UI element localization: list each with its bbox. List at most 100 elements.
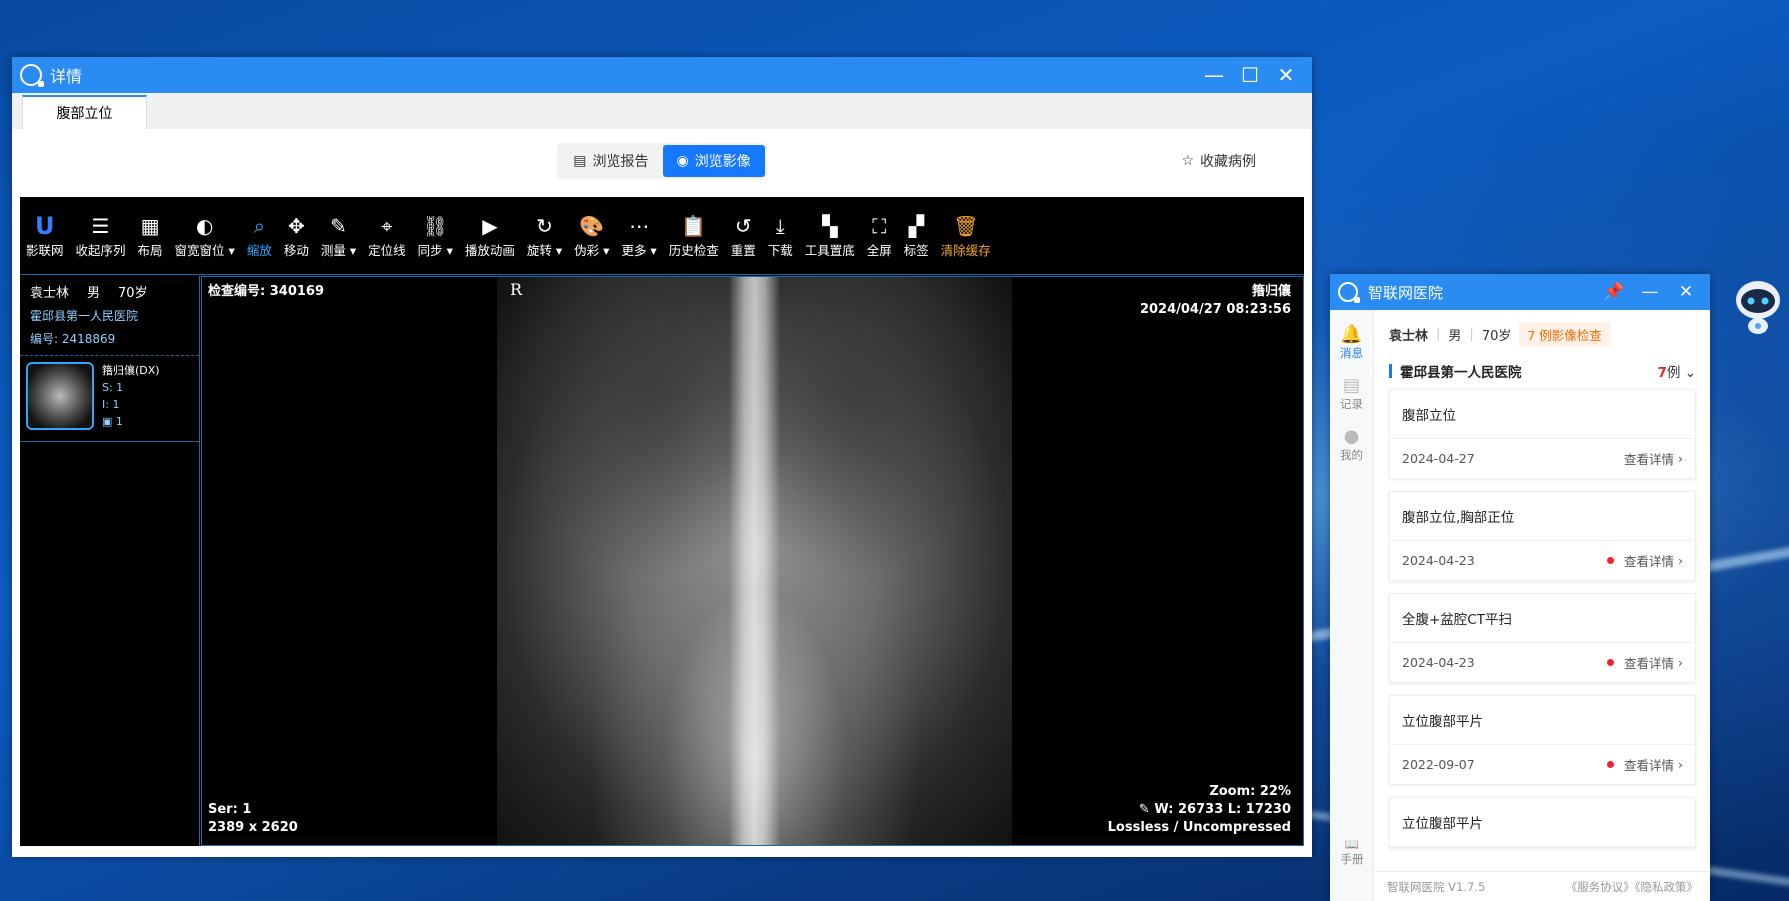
- tool-tags-button[interactable]: ▞ 标签: [904, 212, 929, 259]
- edit-icon[interactable]: ✎: [1139, 802, 1154, 817]
- record-title: 腹部立位: [1390, 390, 1695, 439]
- exam-count-badge: 7 例影像检查: [1519, 322, 1610, 347]
- record-card[interactable]: 腹部立位 2024-04-27 查看详情 ›: [1389, 389, 1696, 479]
- tool-fullscreen-button[interactable]: ⛶ 全屏: [867, 212, 892, 259]
- xray-image[interactable]: [497, 277, 1012, 845]
- ruler-icon: ✎: [330, 214, 347, 238]
- panel-content: 袁士林 | 男 | 70岁 7 例影像检查 霍邱县第一人民医院 7例 ⌄ 腹部立…: [1375, 310, 1710, 871]
- tool-label: 布局: [137, 243, 163, 258]
- tab-abdomen-erect[interactable]: 腹部立位: [22, 95, 147, 129]
- tool-pseudo-color-button[interactable]: 🎨 伪彩 ▾: [574, 212, 609, 259]
- exam-number: 检查编号: 340169: [208, 284, 324, 299]
- view-detail-link[interactable]: 查看详情 ›: [1606, 755, 1683, 774]
- panel-nav-rail: 🔔 消息 ▤ 记录 ● 我的 📖 手册: [1330, 310, 1374, 901]
- tool-play-animation-button[interactable]: ▶ 播放动画: [465, 212, 515, 259]
- view-detail-label: 查看详情: [1623, 554, 1674, 569]
- tool-window-level-button[interactable]: ◐ 窗宽窗位 ▾: [175, 212, 235, 259]
- chevron-down-icon[interactable]: ⌄: [1685, 365, 1696, 381]
- tool-move-button[interactable]: ✥ 移动: [284, 212, 309, 259]
- record-footer: 2024-04-23 查看详情 ›: [1390, 643, 1695, 682]
- chevron-right-icon: ›: [1678, 451, 1683, 466]
- rail-item-manual[interactable]: 📖 手册: [1330, 837, 1374, 867]
- rail-item-messages[interactable]: 🔔 消息: [1330, 324, 1373, 361]
- record-card[interactable]: 全腹+盆腔CT平扫 2024-04-23 查看详情 ›: [1389, 593, 1696, 683]
- view-report-button[interactable]: ▤ 浏览报告: [559, 145, 662, 177]
- close-icon[interactable]: ✕: [1668, 282, 1704, 302]
- series-thumbnail[interactable]: [26, 362, 94, 430]
- record-card[interactable]: 腹部立位,胸部正位 2024-04-23 查看详情 ›: [1389, 491, 1696, 581]
- minimize-icon[interactable]: —: [1632, 282, 1668, 302]
- view-toggle: ▤ 浏览报告 ◉ 浏览影像: [557, 143, 767, 179]
- hospital-group-header[interactable]: 霍邱县第一人民医院 7例 ⌄: [1389, 361, 1696, 381]
- rail-item-mine[interactable]: ● 我的: [1330, 426, 1373, 463]
- title-bar: 详情 — ☐ ✕: [12, 57, 1312, 93]
- tool-tools-bottom-button[interactable]: ▚ 工具置底: [805, 212, 855, 259]
- tool-zoom-button[interactable]: ⌕ 缩放: [247, 212, 272, 259]
- caret-down-icon: ▾: [442, 243, 453, 258]
- view-detail-link[interactable]: 查看详情 ›: [1606, 653, 1683, 672]
- tool-clear-cache-button[interactable]: 🗑 清除缓存: [941, 212, 991, 259]
- tool-history-exam-button[interactable]: 📋 历史检查: [669, 212, 719, 259]
- tool-label: 伪彩: [574, 243, 600, 258]
- tool-measure-button[interactable]: ✎ 测量 ▾: [321, 212, 356, 259]
- caret-down-icon: ▾: [345, 243, 357, 258]
- record-card[interactable]: 立位腹部平片: [1389, 797, 1696, 848]
- robot-assistant-icon[interactable]: [1733, 278, 1783, 336]
- rail-label: 记录: [1340, 397, 1363, 411]
- view-detail-link[interactable]: 查看详情 ›: [1624, 449, 1683, 468]
- overlay-series: Ser: 1: [208, 802, 252, 817]
- tool-more-button[interactable]: ⋯ 更多 ▾: [621, 212, 656, 259]
- clipboard-icon: 📋: [681, 214, 707, 238]
- basket-icon: 🗑: [953, 214, 979, 238]
- policy-links[interactable]: 《服务协议》《隐私政策》: [1566, 879, 1698, 895]
- view-report-label: 浏览报告: [592, 154, 649, 170]
- stack-icon: ▣: [102, 415, 116, 428]
- rail-item-records[interactable]: ▤ 记录: [1330, 375, 1373, 412]
- tool-label: 移动: [283, 243, 309, 258]
- brand-logo-icon: U: [35, 212, 55, 240]
- tool-reset-button[interactable]: ↺ 重置: [731, 212, 756, 259]
- tool-sync-button[interactable]: ⛓ 同步 ▾: [418, 212, 453, 259]
- app-logo-icon: [20, 64, 44, 87]
- overlay-dimensions: 2389 x 2620: [208, 820, 298, 835]
- tool-yinglianwang-button[interactable]: U 影联网: [26, 212, 64, 259]
- view-image-button[interactable]: ◉ 浏览影像: [662, 145, 765, 177]
- maximize-icon[interactable]: ☐: [1232, 57, 1268, 93]
- report-icon: ▤: [573, 153, 587, 169]
- download-icon: ⤓: [775, 214, 785, 238]
- more-icon: ⋯: [629, 214, 650, 238]
- collapse-list-icon: ☰: [91, 214, 110, 238]
- close-icon[interactable]: ✕: [1268, 57, 1304, 93]
- tool-download-button[interactable]: ⤓ 下载: [768, 212, 793, 259]
- tool-label: 全屏: [866, 243, 892, 258]
- overlay-bottom-right: Zoom: 22% ✎ W: 26733 L: 17230 Lossless /…: [1108, 783, 1291, 837]
- minimize-icon[interactable]: —: [1196, 57, 1232, 93]
- hospital-name: 霍邱县第一人民医院: [1400, 365, 1522, 381]
- tool-locator-line-button[interactable]: ⌖ 定位线: [368, 212, 406, 259]
- chevron-right-icon: ›: [1678, 655, 1683, 670]
- tag-icon: ▞: [908, 214, 924, 238]
- record-card[interactable]: 立位腹部平片 2022-09-07 查看详情 ›: [1389, 695, 1696, 785]
- image-viewport[interactable]: 检查编号: 340169 R 簎归儴 2024/04/27 08:23:56 S…: [201, 276, 1304, 846]
- locator-icon: ⌖: [381, 214, 393, 238]
- caret-down-icon: ▾: [224, 243, 235, 258]
- tool-label: 历史检查: [668, 243, 719, 258]
- overlay-zoom: Zoom: 22%: [1209, 784, 1291, 799]
- tool-label: 旋转: [526, 243, 552, 258]
- view-detail-link[interactable]: 查看详情 ›: [1606, 551, 1683, 570]
- series-item[interactable]: 簎归儴(DX) S: 1 I: 1 ▣ 1: [20, 356, 199, 442]
- panel-footer: 智联网医院 V1.7.5 《服务协议》《隐私政策》: [1375, 871, 1710, 901]
- viewer-toolbar: U 影联网 ☰ 收起序列 ▦ 布局 ◐ 窗宽窗位 ▾ ⌕ 缩放 ✥ 移动 ✎ 测量 ▾ ⌖ 定位线 ⛓ 同步 ▾ ▶…: [20, 197, 1304, 275]
- window-title: 详情: [50, 67, 83, 86]
- view-switch-bar: ▤ 浏览报告 ◉ 浏览影像 ☆ 收藏病例: [12, 129, 1312, 193]
- pin-icon[interactable]: 📌: [1596, 282, 1632, 302]
- tool-layout-button[interactable]: ▦ 布局: [138, 212, 163, 259]
- record-date: 2024-04-23: [1402, 553, 1475, 568]
- tool-label: 工具置底: [804, 243, 855, 258]
- tool-collapse-series-button[interactable]: ☰ 收起序列: [76, 212, 126, 259]
- tool-rotate-button[interactable]: ↻ 旋转 ▾: [527, 212, 562, 259]
- favorite-case-button[interactable]: ☆ 收藏病例: [1181, 151, 1256, 171]
- separator: |: [1436, 327, 1441, 342]
- toolbar-bottom-icon: ▚: [822, 214, 838, 238]
- record-footer: 2024-04-23 查看详情 ›: [1390, 541, 1695, 580]
